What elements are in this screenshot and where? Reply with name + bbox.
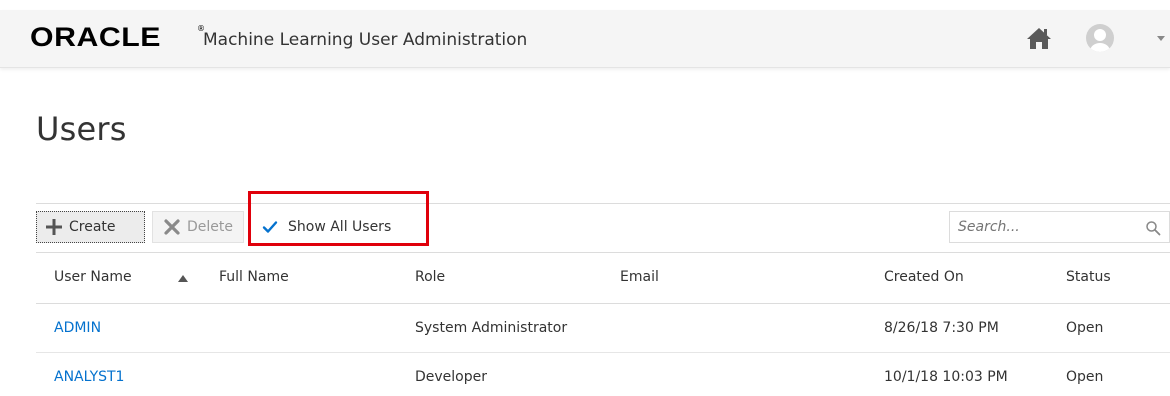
- show-all-users-checkbox[interactable]: Show All Users: [262, 214, 391, 240]
- column-header-role[interactable]: Role: [415, 269, 445, 285]
- x-icon: [163, 218, 181, 236]
- checkmark-icon[interactable]: [262, 219, 278, 235]
- sort-ascending-icon[interactable]: [178, 275, 188, 282]
- show-all-users-label: Show All Users: [288, 219, 392, 235]
- create-button[interactable]: Create: [36, 211, 145, 243]
- search-input[interactable]: [950, 213, 1130, 241]
- toolbar-divider: [36, 203, 1170, 204]
- users-table: User Name Full Name Role Email Created O…: [36, 252, 1170, 396]
- user-name-cell: ANALYST1: [54, 369, 124, 385]
- user-link-admin[interactable]: ADMIN: [54, 320, 101, 336]
- user-link-analyst1[interactable]: ANALYST1: [54, 369, 124, 385]
- role-cell: System Administrator: [415, 320, 568, 336]
- oracle-logo: ORACLE: [30, 22, 162, 52]
- search-box[interactable]: [949, 211, 1170, 243]
- create-button-label: Create: [69, 219, 116, 235]
- table-row[interactable]: ANALYST1 Developer 10/1/18 10:03 PM Open: [36, 353, 1170, 396]
- delete-button[interactable]: Delete: [152, 211, 244, 243]
- plus-icon: [45, 218, 63, 236]
- home-icon[interactable]: [1026, 26, 1052, 50]
- status-cell: Open: [1066, 320, 1104, 336]
- column-header-user-name[interactable]: User Name: [54, 269, 132, 285]
- column-header-email[interactable]: Email: [620, 269, 659, 285]
- caret-down-icon[interactable]: [1157, 36, 1165, 41]
- user-name-cell: ADMIN: [54, 320, 101, 336]
- column-header-status[interactable]: Status: [1066, 269, 1111, 285]
- user-avatar-icon[interactable]: [1086, 24, 1114, 52]
- column-header-full-name[interactable]: Full Name: [219, 269, 289, 285]
- status-cell: Open: [1066, 369, 1104, 385]
- table-header: User Name Full Name Role Email Created O…: [36, 252, 1170, 304]
- table-row[interactable]: ADMIN System Administrator 8/26/18 7:30 …: [36, 304, 1170, 353]
- page-title: Users: [36, 110, 127, 148]
- role-cell: Developer: [415, 369, 488, 385]
- search-icon[interactable]: [1145, 220, 1161, 236]
- column-header-created-on[interactable]: Created On: [884, 269, 964, 285]
- created-on-cell: 8/26/18 7:30 PM: [884, 320, 999, 336]
- app-header: ORACLE ® Machine Learning User Administr…: [0, 10, 1170, 68]
- created-on-cell: 10/1/18 10:03 PM: [884, 369, 1008, 385]
- delete-button-label: Delete: [187, 219, 233, 235]
- app-title: Machine Learning User Administration: [203, 30, 528, 50]
